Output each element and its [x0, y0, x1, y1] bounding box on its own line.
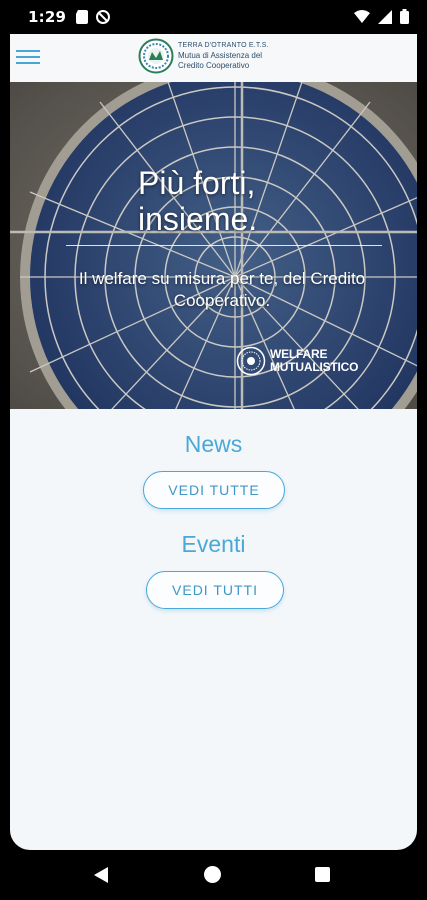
hero-title-line-1: Più forti,	[138, 165, 256, 201]
battery-icon	[400, 9, 409, 24]
app-bar: TERRA D'OTRANTO E.T.S. Mutua di Assisten…	[10, 34, 417, 82]
back-icon[interactable]	[94, 867, 108, 883]
logo-text: TERRA D'OTRANTO E.T.S. Mutua di Assisten…	[178, 41, 269, 71]
hero-title-line-2: insieme.	[138, 201, 258, 237]
signal-icon	[378, 9, 392, 24]
no-disturb-icon	[96, 10, 110, 24]
logo-line-3: Credito Cooperativo	[178, 61, 250, 70]
view-all-news-button[interactable]: VEDI TUTTE	[143, 471, 285, 509]
hero-title: Più forti, insieme.	[138, 165, 257, 237]
status-left-icons	[76, 10, 110, 24]
news-section-title: News	[184, 431, 243, 457]
mutua-seal-icon	[138, 38, 174, 74]
system-nav-bar	[0, 850, 427, 900]
brand-logo[interactable]: TERRA D'OTRANTO E.T.S. Mutua di Assisten…	[138, 38, 269, 74]
main-content: News VEDI TUTTE Eventi VEDI TUTTI	[10, 409, 417, 850]
badge-line-2: MUTUALISTICO	[270, 360, 359, 374]
welfare-seal-icon	[236, 346, 266, 376]
welfare-badge-text: WELFARE MUTUALISTICO	[270, 348, 358, 374]
status-bar: 1:29	[0, 0, 427, 34]
home-icon[interactable]	[204, 866, 221, 883]
view-all-events-button[interactable]: VEDI TUTTI	[146, 571, 284, 609]
wifi-icon	[354, 10, 370, 23]
logo-line-1: TERRA D'OTRANTO E.T.S.	[178, 42, 269, 49]
welfare-mutualistico-badge: WELFARE MUTUALISTICO	[236, 346, 358, 376]
logo-line-2: Mutua di Assistenza del	[178, 51, 263, 60]
status-right-icons	[354, 9, 409, 24]
hero-subtitle: Il welfare su misura per te, del Credito…	[78, 269, 366, 310]
status-time: 1:29	[28, 8, 67, 26]
events-section-title: Eventi	[181, 531, 246, 557]
recents-icon[interactable]	[315, 867, 330, 882]
hero-divider	[66, 245, 382, 246]
device-frame: 1:29 TERRA D'OTRANTO E.T.S. Mutua di Ass…	[0, 0, 427, 900]
hamburger-menu-icon[interactable]	[16, 46, 42, 68]
app-screen: TERRA D'OTRANTO E.T.S. Mutua di Assisten…	[10, 34, 417, 850]
sd-card-icon	[76, 10, 88, 24]
hero-banner: Più forti, insieme. Il welfare su misura…	[10, 82, 417, 409]
